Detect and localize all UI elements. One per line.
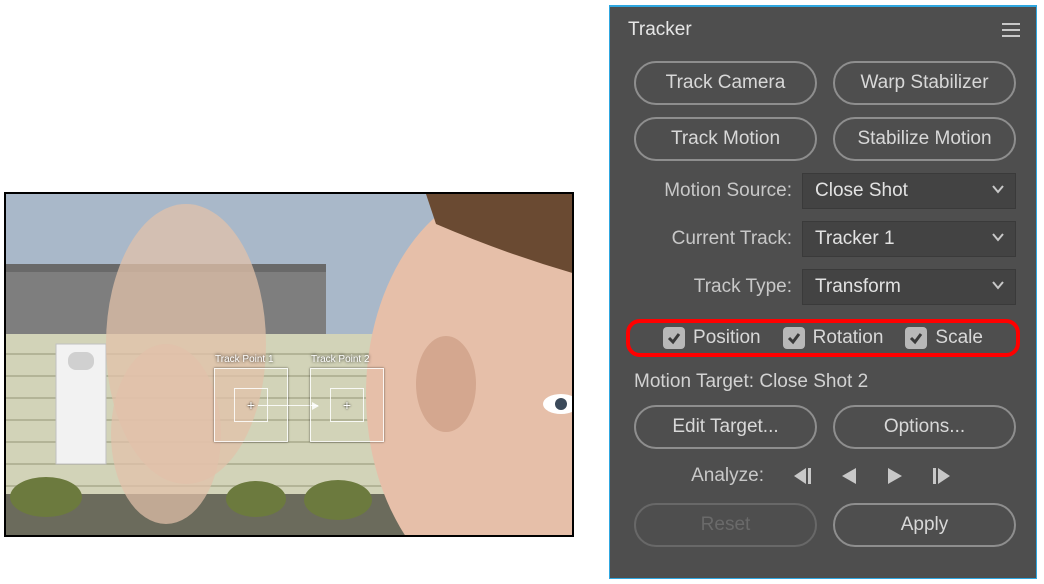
motion-target-label: Motion Target: bbox=[634, 371, 754, 392]
checkbox-icon bbox=[663, 327, 685, 349]
current-track-value: Tracker 1 bbox=[815, 228, 895, 250]
motion-source-label: Motion Source: bbox=[634, 180, 802, 202]
motion-source-value: Close Shot bbox=[815, 180, 908, 202]
options-button[interactable]: Options... bbox=[833, 405, 1016, 449]
reset-button: Reset bbox=[634, 503, 817, 547]
position-label: Position bbox=[693, 327, 761, 349]
track-point-link bbox=[258, 405, 318, 406]
current-track-label: Current Track: bbox=[634, 228, 802, 250]
track-type-value: Transform bbox=[815, 276, 901, 298]
motion-target-row: Motion Target: Close Shot 2 bbox=[610, 365, 1036, 399]
current-track-dropdown[interactable]: Tracker 1 bbox=[802, 221, 1016, 257]
chevron-down-icon bbox=[991, 228, 1005, 250]
track-point-label: Track Point 1 bbox=[215, 354, 274, 365]
track-type-label: Track Type: bbox=[634, 276, 802, 298]
transform-checkboxes-highlight: Position Rotation Scale bbox=[626, 319, 1020, 357]
button-row-4: Reset Apply bbox=[610, 497, 1036, 553]
warp-stabilizer-button[interactable]: Warp Stabilizer bbox=[833, 61, 1016, 105]
button-row-3: Edit Target... Options... bbox=[610, 399, 1036, 455]
track-point-2[interactable]: Track Point 2 + bbox=[310, 368, 384, 442]
rotation-checkbox[interactable]: Rotation bbox=[783, 327, 884, 349]
chevron-down-icon bbox=[991, 276, 1005, 298]
apply-button[interactable]: Apply bbox=[833, 503, 1016, 547]
motion-source-dropdown[interactable]: Close Shot bbox=[802, 173, 1016, 209]
scene-illustration bbox=[6, 194, 574, 537]
current-track-row: Current Track: Tracker 1 bbox=[610, 215, 1036, 263]
analyze-row: Analyze: bbox=[610, 455, 1036, 497]
tracker-panel: Tracker Track Camera Warp Stabilizer Tra… bbox=[609, 5, 1037, 579]
motion-target-value: Close Shot 2 bbox=[759, 371, 868, 392]
play-forward-button[interactable] bbox=[886, 466, 904, 486]
button-row-1: Track Camera Warp Stabilizer bbox=[610, 55, 1036, 111]
track-point-inner: + bbox=[330, 388, 364, 422]
scene: Track Point 1 + Track Point 2 + bbox=[6, 194, 572, 535]
track-type-row: Track Type: Transform bbox=[610, 263, 1036, 311]
checkbox-icon bbox=[783, 327, 805, 349]
edit-target-button[interactable]: Edit Target... bbox=[634, 405, 817, 449]
track-camera-button[interactable]: Track Camera bbox=[634, 61, 817, 105]
video-preview: Track Point 1 + Track Point 2 + bbox=[4, 192, 574, 537]
panel-menu-icon[interactable] bbox=[1002, 23, 1020, 37]
play-back-button[interactable] bbox=[840, 466, 858, 486]
track-type-dropdown[interactable]: Transform bbox=[802, 269, 1016, 305]
scale-checkbox[interactable]: Scale bbox=[905, 327, 983, 349]
stabilize-motion-button[interactable]: Stabilize Motion bbox=[833, 117, 1016, 161]
motion-source-row: Motion Source: Close Shot bbox=[610, 167, 1036, 215]
crosshair-icon: + bbox=[343, 397, 351, 413]
analyze-transport bbox=[790, 466, 954, 486]
track-point-label: Track Point 2 bbox=[311, 354, 370, 365]
checkbox-icon bbox=[905, 327, 927, 349]
rotation-label: Rotation bbox=[813, 327, 884, 349]
scale-label: Scale bbox=[935, 327, 983, 349]
chevron-down-icon bbox=[991, 180, 1005, 202]
crosshair-icon: + bbox=[247, 397, 255, 413]
panel-title: Tracker bbox=[628, 19, 692, 41]
panel-header: Tracker bbox=[610, 13, 1036, 55]
position-checkbox[interactable]: Position bbox=[663, 327, 761, 349]
step-forward-button[interactable] bbox=[932, 466, 954, 486]
button-row-2: Track Motion Stabilize Motion bbox=[610, 111, 1036, 167]
track-motion-button[interactable]: Track Motion bbox=[634, 117, 817, 161]
step-back-button[interactable] bbox=[790, 466, 812, 486]
analyze-label: Analyze: bbox=[634, 465, 764, 487]
